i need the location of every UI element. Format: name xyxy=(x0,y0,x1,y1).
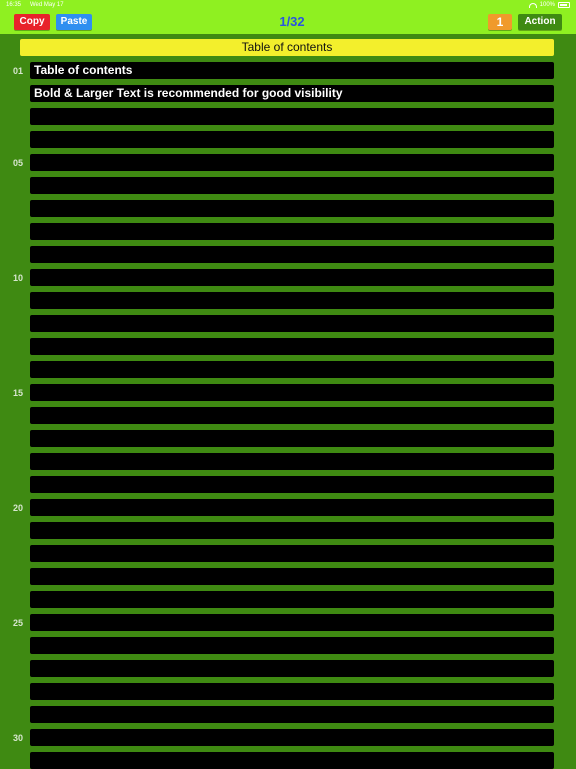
status-date: Wed May 17 xyxy=(30,2,64,8)
action-button[interactable]: Action xyxy=(518,14,562,30)
copy-button[interactable]: Copy xyxy=(14,14,50,30)
status-bar: 16:35 Wed May 17 100% xyxy=(0,0,576,10)
row-number: 15 xyxy=(13,388,24,398)
content-area: Table of contents 01 Table of contents Bol… xyxy=(8,34,568,769)
list-item[interactable]: Table of contents xyxy=(30,62,554,79)
row-number: 05 xyxy=(13,158,24,168)
list-item[interactable] xyxy=(30,545,554,562)
list-item[interactable] xyxy=(30,729,554,746)
row-number: 30 xyxy=(13,733,24,743)
list-item[interactable] xyxy=(30,131,554,148)
list-item[interactable] xyxy=(30,154,554,171)
battery-icon xyxy=(558,2,570,8)
list-item[interactable] xyxy=(30,683,554,700)
list-item[interactable] xyxy=(30,660,554,677)
list-item[interactable] xyxy=(30,637,554,654)
wifi-icon xyxy=(528,2,537,8)
list-item[interactable] xyxy=(30,338,554,355)
list-item[interactable] xyxy=(30,384,554,401)
status-time: 16:35 xyxy=(6,2,22,8)
list-item[interactable] xyxy=(30,522,554,539)
list-item[interactable] xyxy=(30,499,554,516)
paste-button[interactable]: Paste xyxy=(56,14,92,30)
toolbar: Copy Paste 1/32 1 Action xyxy=(0,10,576,34)
list-item[interactable] xyxy=(30,752,554,769)
battery-percent: 100% xyxy=(539,2,555,8)
list-item[interactable]: Bold & Larger Text is recommended for go… xyxy=(30,85,554,102)
page-title[interactable]: Table of contents xyxy=(20,39,554,56)
list-item[interactable] xyxy=(30,430,554,447)
list-item[interactable] xyxy=(30,269,554,286)
count-button[interactable]: 1 xyxy=(488,14,512,30)
list-item[interactable] xyxy=(30,177,554,194)
list-item[interactable] xyxy=(30,407,554,424)
list-item[interactable] xyxy=(30,108,554,125)
list-item[interactable] xyxy=(30,453,554,470)
list-item[interactable] xyxy=(30,292,554,309)
page-indicator[interactable]: 1/32 xyxy=(252,14,332,30)
list-item[interactable] xyxy=(30,200,554,217)
list-item[interactable] xyxy=(30,476,554,493)
list-item[interactable] xyxy=(30,361,554,378)
list-item[interactable] xyxy=(30,706,554,723)
list-item[interactable] xyxy=(30,223,554,240)
list-item[interactable] xyxy=(30,614,554,631)
status-indicators: 100% xyxy=(528,0,570,10)
row-number: 10 xyxy=(13,273,24,283)
list-item[interactable] xyxy=(30,246,554,263)
row-number: 01 xyxy=(13,66,24,76)
list-item[interactable] xyxy=(30,315,554,332)
row-number: 20 xyxy=(13,503,24,513)
list-item[interactable] xyxy=(30,591,554,608)
row-number: 25 xyxy=(13,618,24,628)
list-item[interactable] xyxy=(30,568,554,585)
